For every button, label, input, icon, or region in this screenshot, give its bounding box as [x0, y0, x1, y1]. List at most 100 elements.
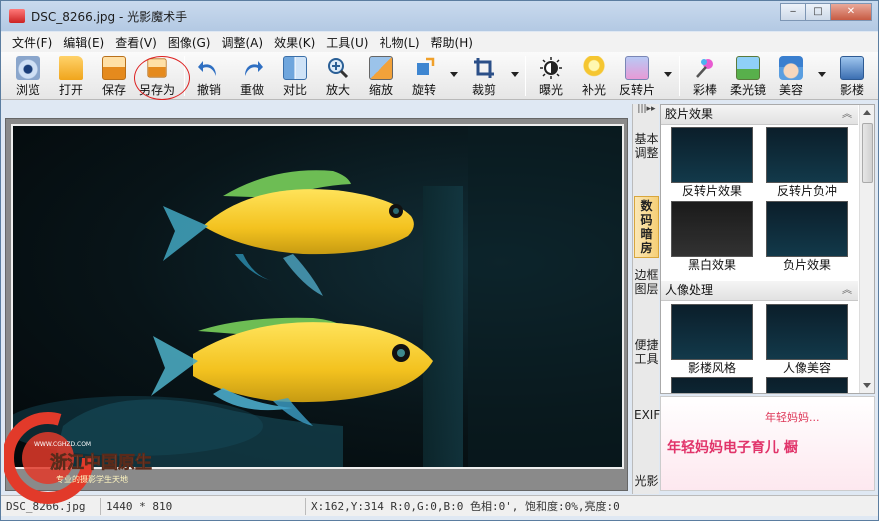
tab-light[interactable]: 光影 [634, 474, 659, 494]
reverse-film-icon [625, 56, 649, 80]
menu-image[interactable]: 图像(G) [163, 34, 216, 51]
advertisement-banner[interactable]: 年轻妈妈... 年轻妈妈电子育儿 橱 [660, 396, 875, 491]
exposure-icon [539, 56, 563, 80]
magnifier-icon [326, 56, 350, 80]
close-button[interactable]: ✕ [830, 3, 872, 21]
menu-adjust[interactable]: 调整(A) [216, 34, 268, 51]
studio-label: 影楼 [839, 83, 864, 97]
crop-icon [472, 56, 496, 80]
undo-label: 撤销 [196, 83, 221, 97]
compare-icon [283, 56, 307, 80]
rotate-button[interactable]: 旋转 [403, 54, 445, 98]
menu-effects[interactable]: 效果(K) [269, 34, 320, 51]
beauty-button[interactable]: 美容 [770, 54, 812, 98]
scroll-up-arrow-icon[interactable] [863, 110, 871, 115]
undo-button[interactable]: 撤销 [188, 54, 230, 98]
color-pencil-label: 彩棒 [692, 83, 717, 97]
app-logo-icon [9, 9, 25, 23]
toolbar-separator [679, 56, 680, 96]
save-as-button[interactable]: 另存为 [136, 54, 178, 98]
browse-button[interactable]: 浏览 [7, 54, 49, 98]
zoom-in-label: 放大 [325, 83, 350, 97]
effect-label: 人像美容 [782, 361, 831, 375]
menu-edit[interactable]: 编辑(E) [58, 34, 109, 51]
section-film-effects[interactable]: 胶片效果 ︽ [661, 105, 858, 125]
effect-thumbnail[interactable] [671, 377, 753, 393]
status-pixel-info: X:162,Y:314 R:0,G:0,B:0 色相:0', 饱和度:0%,亮度… [311, 499, 620, 513]
minimize-button[interactable]: ‒ [780, 3, 806, 21]
beauty-dropdown-arrow[interactable] [818, 72, 826, 77]
effect-thumbnail[interactable] [671, 201, 753, 257]
ad-tagline: 年轻妈妈... [765, 411, 820, 424]
crop-button[interactable]: 裁剪 [463, 54, 505, 98]
resize-label: 缩放 [368, 83, 393, 97]
compare-button[interactable]: 对比 [274, 54, 316, 98]
effect-thumbnail[interactable] [766, 304, 848, 360]
tab-frame-layer[interactable]: 边框图层 [634, 268, 659, 328]
title-bar: DSC_8266.jpg - 光影魔术手 ‒ □ ✕ [1, 1, 878, 31]
scrollbar-thumb[interactable] [862, 123, 873, 183]
rotate-icon [412, 56, 436, 80]
photo-preview [11, 124, 624, 469]
tab-digital-darkroom[interactable]: 数码暗房 [634, 196, 659, 258]
section-portrait[interactable]: 人像处理 ︽ [661, 281, 858, 301]
effect-thumbnail[interactable] [766, 127, 848, 183]
effect-thumbnail[interactable] [766, 201, 848, 257]
collapse-chevron-icon[interactable]: ︽ [842, 105, 852, 124]
effect-label: 影楼风格 [687, 361, 736, 375]
zoom-in-button[interactable]: 放大 [317, 54, 359, 98]
studio-portrait-icon [840, 56, 864, 80]
resize-button[interactable]: 缩放 [360, 54, 402, 98]
app-window: DSC_8266.jpg - 光影魔术手 ‒ □ ✕ 文件(F) 编辑(E) 查… [0, 0, 879, 521]
redo-arrow-icon [240, 56, 264, 80]
face-icon [779, 56, 803, 80]
save-button[interactable]: 保存 [93, 54, 135, 98]
menu-help[interactable]: 帮助(H) [426, 34, 478, 51]
collapse-chevron-icon[interactable]: ︽ [842, 281, 852, 300]
reverse-film-dropdown-arrow[interactable] [664, 72, 672, 77]
fill-light-button[interactable]: 补光 [573, 54, 615, 98]
studio-button[interactable]: 影楼 [831, 54, 873, 98]
floppy-disk-icon [102, 56, 126, 80]
toolbar-separator [184, 56, 185, 96]
floppy-disk-save-as-icon [147, 58, 167, 78]
effect-thumbnail[interactable] [766, 377, 848, 393]
menu-view[interactable]: 查看(V) [110, 34, 162, 51]
exposure-label: 曝光 [538, 83, 563, 97]
effect-label: 负片效果 [782, 258, 831, 272]
tab-quick-tools[interactable]: 便捷工具 [634, 338, 659, 398]
rotate-dropdown-arrow[interactable] [450, 72, 458, 77]
tab-exif[interactable]: EXIF [634, 408, 660, 468]
effect-label: 黑白效果 [687, 258, 736, 272]
resize-icon [369, 56, 393, 80]
exposure-button[interactable]: 曝光 [530, 54, 572, 98]
redo-label: 重做 [239, 83, 264, 97]
open-button[interactable]: 打开 [50, 54, 92, 98]
maximize-button[interactable]: □ [805, 3, 831, 21]
tab-basic-adjust[interactable]: 基本调整 [634, 132, 659, 192]
toolbar-separator [525, 56, 526, 96]
crop-dropdown-arrow[interactable] [511, 72, 519, 77]
folder-icon [59, 56, 83, 80]
magic-wand-icon [693, 56, 717, 80]
crop-label: 裁剪 [471, 83, 496, 97]
menu-gifts[interactable]: 礼物(L) [374, 34, 424, 51]
status-dimensions: 1440 * 810 [101, 497, 306, 515]
browse-label: 浏览 [15, 83, 40, 97]
light-bulb-icon [582, 56, 606, 80]
soft-focus-button[interactable]: 柔光镜 [727, 54, 769, 98]
reverse-film-label: 反转片 [618, 83, 655, 97]
image-canvas[interactable] [5, 118, 628, 491]
panel-scrollbar[interactable] [859, 105, 874, 393]
panel-collapse-toggle[interactable]: |||▸▸ [633, 104, 660, 120]
effect-thumbnail[interactable] [671, 127, 753, 183]
landscape-icon [736, 56, 760, 80]
reverse-film-button[interactable]: 反转片 [616, 54, 658, 98]
redo-button[interactable]: 重做 [231, 54, 273, 98]
menu-file[interactable]: 文件(F) [7, 34, 57, 51]
eye-icon [16, 56, 40, 80]
color-pencil-button[interactable]: 彩棒 [684, 54, 726, 98]
scroll-down-arrow-icon[interactable] [863, 383, 871, 388]
menu-tools[interactable]: 工具(U) [321, 34, 373, 51]
effect-thumbnail[interactable] [671, 304, 753, 360]
